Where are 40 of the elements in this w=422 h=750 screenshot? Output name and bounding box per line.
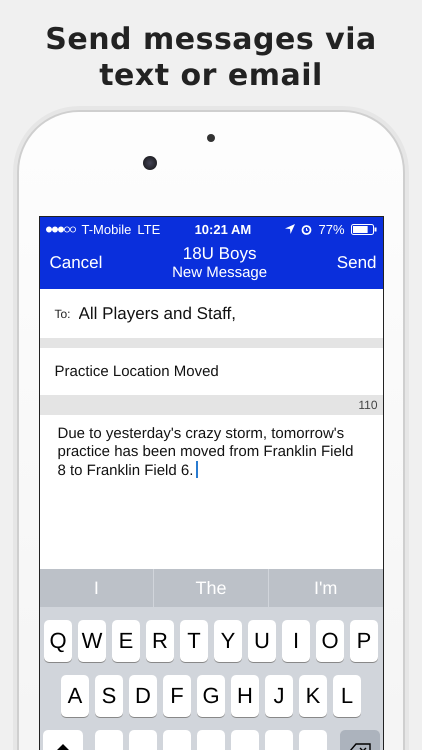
alarm-icon — [301, 224, 312, 234]
message-field[interactable]: Due to yesterday's crazy storm, tomorrow's practice has been moved from Franklin Field 8 to Franklin Field 6. — [40, 415, 382, 569]
battery-text: 77% — [318, 222, 345, 236]
nav-subtitle: New Message — [172, 264, 268, 282]
key[interactable]: W — [78, 620, 106, 662]
signal-icon — [46, 226, 76, 232]
key[interactable]: H — [231, 675, 259, 717]
character-count: 110 — [358, 398, 378, 412]
key[interactable]: O — [316, 620, 344, 662]
battery-icon — [350, 224, 377, 234]
nav-title: 18U Boys — [182, 244, 256, 264]
camera-icon — [143, 156, 157, 170]
key[interactable]: U — [248, 620, 276, 662]
key[interactable]: G — [197, 675, 225, 717]
key[interactable]: S — [95, 675, 123, 717]
key[interactable]: T — [180, 620, 208, 662]
key[interactable]: R — [146, 620, 174, 662]
key[interactable]: Y — [214, 620, 242, 662]
network-text: LTE — [137, 222, 160, 236]
key[interactable]: I — [282, 620, 310, 662]
headline: Send messages via text or email — [44, 22, 378, 94]
time-text: 10:21 AM — [194, 222, 252, 236]
send-button[interactable]: Send — [336, 253, 376, 273]
key[interactable]: J — [265, 675, 293, 717]
key[interactable]: L — [333, 675, 361, 717]
key[interactable]: P — [350, 620, 378, 662]
key[interactable]: D — [129, 675, 157, 717]
carrier-text: T-Mobile — [82, 222, 132, 236]
key[interactable]: F — [163, 675, 191, 717]
key[interactable]: K — [299, 675, 327, 717]
to-label: To: — [54, 306, 71, 320]
recipients-field[interactable]: All Players and Staff, — [78, 304, 368, 324]
text-cursor — [196, 461, 198, 478]
key[interactable]: Q — [44, 620, 72, 662]
key[interactable]: E — [112, 620, 140, 662]
key[interactable]: A — [61, 675, 89, 717]
speaker-icon — [207, 134, 215, 142]
location-icon — [285, 224, 296, 234]
cancel-button[interactable]: Cancel — [50, 253, 102, 273]
subject-field[interactable]: Practice Location Moved — [54, 363, 368, 380]
